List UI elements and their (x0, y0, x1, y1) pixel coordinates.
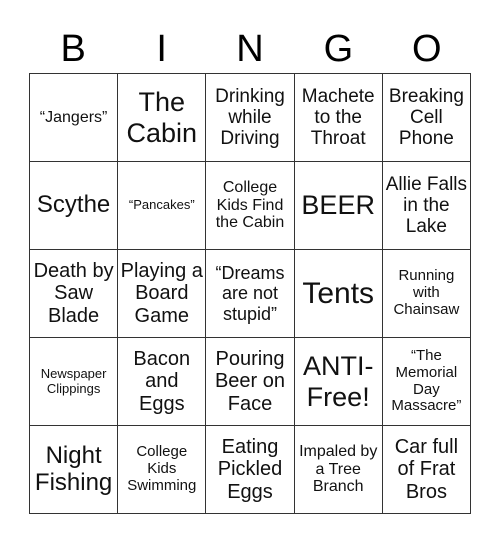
cell-text: Pouring Beer on Face (214, 347, 286, 415)
bingo-cell[interactable]: Drinking while Driving (206, 74, 295, 162)
cell-text: The Cabin (126, 87, 198, 148)
cell-text: “Dreams are not stupid” (215, 263, 285, 324)
bingo-cell[interactable]: Breaking Cell Phone (382, 74, 471, 162)
header-letter-b: B (60, 28, 86, 70)
bingo-cell[interactable]: The Cabin (118, 74, 207, 162)
cell-text: Playing a Board Game (120, 259, 203, 327)
bingo-cell[interactable]: College Kids Find the Cabin (206, 162, 295, 250)
bingo-cell[interactable]: BEER (294, 162, 383, 250)
bingo-header: B I N G O (29, 26, 471, 72)
cell-text: Impaled by a Tree Branch (299, 442, 378, 496)
cell-text: Death by Saw Blade (33, 259, 114, 327)
bingo-cell[interactable]: Tents (294, 250, 383, 338)
bingo-cell[interactable]: Newspaper Clippings (30, 338, 119, 426)
bingo-cell[interactable]: “Pancakes” (118, 162, 207, 250)
cell-text: Allie Falls in the Lake (385, 173, 468, 238)
bingo-cell[interactable]: Night Fishing (30, 426, 119, 514)
bingo-cell[interactable]: Playing a Board Game (118, 250, 207, 338)
bingo-cell[interactable]: Eating Pickled Eggs (206, 426, 295, 514)
bingo-cell[interactable]: “The Memorial Day Massacre” (382, 338, 471, 426)
bingo-cell[interactable]: Car full of Frat Bros (382, 426, 471, 514)
cell-text: College Kids Swimming (127, 443, 197, 494)
bingo-cell[interactable]: “Jangers” (30, 74, 119, 162)
header-letter-n: N (236, 28, 264, 70)
cell-text: Drinking while Driving (215, 85, 285, 150)
bingo-cell[interactable]: Scythe (30, 162, 119, 250)
cell-text: College Kids Find the Cabin (215, 178, 285, 232)
cell-text: Scythe (36, 191, 111, 219)
bingo-cell[interactable]: Bacon and Eggs (118, 338, 207, 426)
header-letter-o: O (412, 28, 442, 70)
cell-text: Newspaper Clippings (40, 365, 107, 396)
header-letter-i: I (156, 28, 167, 70)
bingo-cell[interactable]: “Dreams are not stupid” (206, 250, 295, 338)
bingo-cell[interactable]: Allie Falls in the Lake (382, 162, 471, 250)
bingo-cell[interactable]: ANTI-Free! (294, 338, 383, 426)
cell-text: Car full of Frat Bros (394, 435, 459, 503)
bingo-cell[interactable]: College Kids Swimming (118, 426, 207, 514)
header-letter-g: G (323, 28, 354, 70)
cell-text: Tents (302, 276, 375, 310)
cell-text: Eating Pickled Eggs (217, 435, 283, 503)
bingo-cell[interactable]: Impaled by a Tree Branch (294, 426, 383, 514)
cell-text: Machete to the Throat (301, 85, 375, 150)
cell-text: BEER (301, 190, 375, 221)
bingo-cell[interactable]: Machete to the Throat (294, 74, 383, 162)
cell-text: Night Fishing (34, 441, 113, 496)
cell-text: Bacon and Eggs (133, 347, 191, 415)
cell-text: Breaking Cell Phone (388, 85, 464, 150)
bingo-cell[interactable]: Death by Saw Blade (30, 250, 119, 338)
bingo-cell[interactable]: Running with Chainsaw (382, 250, 471, 338)
cell-text: “Jangers” (39, 108, 108, 126)
bingo-cell[interactable]: Pouring Beer on Face (206, 338, 295, 426)
cell-text: ANTI-Free! (302, 351, 374, 412)
cell-text: “Pancakes” (128, 197, 195, 213)
cell-text: “The Memorial Day Massacre” (391, 346, 462, 415)
bingo-card-grid: “Jangers” The Cabin Drinking while Drivi… (29, 73, 471, 514)
cell-text: Running with Chainsaw (393, 267, 460, 318)
